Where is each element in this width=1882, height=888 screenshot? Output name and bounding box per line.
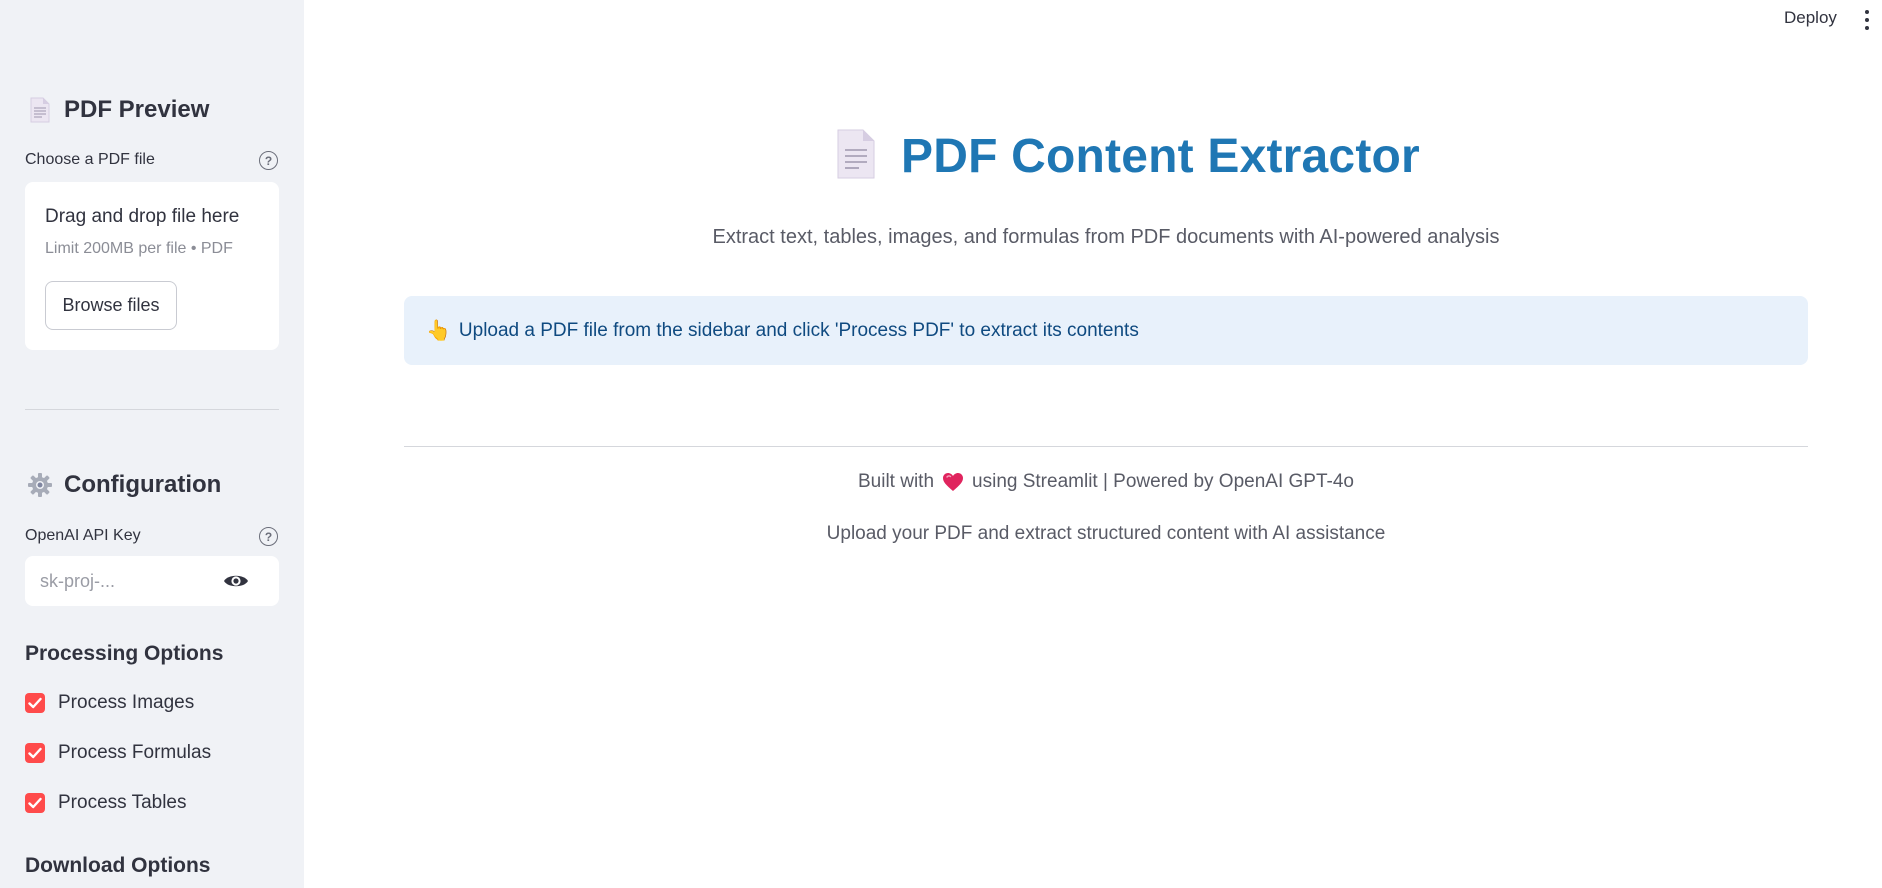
pointing-hand-icon: 👆 <box>426 320 451 342</box>
footer-suffix: using Streamlit | Powered by OpenAI GPT-… <box>972 471 1354 492</box>
checkbox-label: Process Tables <box>58 792 187 813</box>
processing-options-heading: Processing Options <box>25 642 224 665</box>
file-uploader-label: Choose a PDF file <box>25 151 155 168</box>
pdf-preview-title: PDF Preview <box>64 96 210 123</box>
show-password-eye-icon[interactable] <box>223 569 249 593</box>
info-alert: 👆 Upload a PDF file from the sidebar and… <box>404 296 1808 365</box>
browse-files-button[interactable]: Browse files <box>45 281 177 330</box>
checkbox-label: Process Images <box>58 692 195 713</box>
checkbox-label: Process Formulas <box>58 742 212 763</box>
help-icon[interactable]: ? <box>259 527 278 546</box>
process-tables-checkbox[interactable]: Process Tables <box>25 792 187 814</box>
page-title-row: PDF Content Extractor <box>835 128 1420 185</box>
footer-credits: Built with using Streamlit | Powered by … <box>404 471 1808 493</box>
info-message: Upload a PDF file from the sidebar and c… <box>458 319 1139 341</box>
help-icon[interactable]: ? <box>259 151 278 170</box>
file-dropzone[interactable]: Drag and drop file here Limit 200MB per … <box>25 182 279 350</box>
dropzone-limit: Limit 200MB per file • PDF <box>45 240 233 257</box>
sidebar: PDF Preview Choose a PDF file ? Drag and… <box>0 0 304 888</box>
document-icon <box>25 97 55 123</box>
page-subtitle: Extract text, tables, images, and formul… <box>712 226 1500 248</box>
process-images-checkbox[interactable]: Process Images <box>25 692 194 714</box>
pdf-preview-heading: PDF Preview <box>25 96 209 124</box>
footer-prefix: Built with <box>858 471 935 492</box>
checkbox-checked-icon[interactable] <box>25 743 45 763</box>
api-key-label: OpenAI API Key <box>25 527 141 544</box>
api-key-input[interactable] <box>25 556 225 606</box>
configuration-heading: Configuration <box>25 471 221 499</box>
gear-icon <box>25 472 55 498</box>
dropzone-instructions: Drag and drop file here <box>45 206 240 227</box>
checkbox-checked-icon[interactable] <box>25 793 45 813</box>
main-divider <box>404 446 1808 447</box>
deploy-button[interactable]: Deploy <box>1784 8 1837 28</box>
heart-icon <box>942 472 964 492</box>
page-title: PDF Content Extractor <box>901 130 1420 183</box>
process-formulas-checkbox[interactable]: Process Formulas <box>25 742 211 764</box>
checkbox-checked-icon[interactable] <box>25 693 45 713</box>
kebab-menu-icon[interactable] <box>1864 10 1870 30</box>
sidebar-divider <box>25 409 279 410</box>
configuration-title: Configuration <box>64 471 222 498</box>
api-key-field <box>25 556 279 606</box>
footer-tagline: Upload your PDF and extract structured c… <box>826 523 1386 544</box>
download-options-heading: Download Options <box>25 854 211 877</box>
document-icon <box>835 128 877 185</box>
